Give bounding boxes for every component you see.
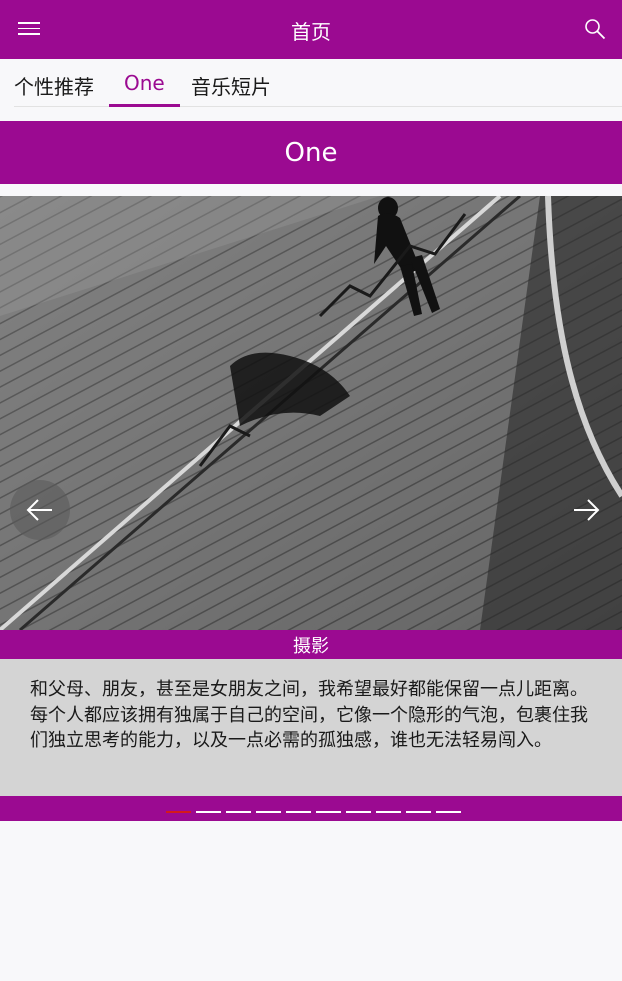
arrow-left-icon[interactable] xyxy=(10,480,70,540)
pager-dot[interactable] xyxy=(196,811,221,813)
carousel-photo[interactable] xyxy=(0,196,622,630)
carousel-pager xyxy=(0,796,622,821)
page-title: 首页 xyxy=(291,20,331,44)
tab-music-video[interactable]: 音乐短片 xyxy=(191,71,271,107)
tab-bar: 个性推荐 One 音乐短片 xyxy=(14,59,622,107)
search-icon[interactable] xyxy=(584,18,606,40)
pager-dot[interactable] xyxy=(286,811,311,813)
app-header: 首页 xyxy=(0,0,622,59)
pager-dot[interactable] xyxy=(166,811,191,813)
section-title: One xyxy=(0,121,622,184)
photo-caption: 摄影 xyxy=(0,630,622,659)
tab-one[interactable]: One xyxy=(109,71,180,107)
pager-dots xyxy=(166,811,461,813)
pager-dot[interactable] xyxy=(346,811,371,813)
pager-dot[interactable] xyxy=(256,811,281,813)
pager-dot[interactable] xyxy=(376,811,401,813)
pager-dot[interactable] xyxy=(226,811,251,813)
arrow-right-icon[interactable] xyxy=(556,480,616,540)
quote-text: 和父母、朋友，甚至是女朋友之间，我希望最好都能保留一点儿距离。每个人都应该拥有独… xyxy=(0,659,622,796)
pager-dot[interactable] xyxy=(436,811,461,813)
pager-dot[interactable] xyxy=(316,811,341,813)
pager-dot[interactable] xyxy=(406,811,431,813)
tab-recommend[interactable]: 个性推荐 xyxy=(14,71,94,107)
